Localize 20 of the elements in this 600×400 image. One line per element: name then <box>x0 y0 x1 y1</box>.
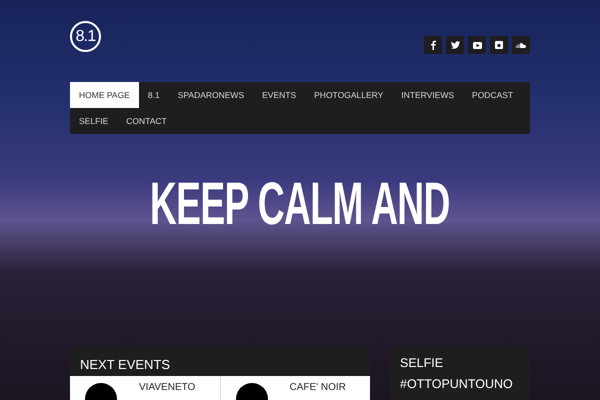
play-icon[interactable] <box>468 36 486 54</box>
nav-item[interactable]: INTERVIEWS <box>392 82 464 108</box>
nav-item[interactable]: CONTACT <box>117 108 176 134</box>
event-name[interactable]: VIAVENETO <box>139 383 196 393</box>
nav-item[interactable]: PODCAST <box>463 82 522 108</box>
nav-item[interactable]: PHOTOGALLERY <box>305 82 392 108</box>
nav-item[interactable]: SPADARONEWS <box>168 82 254 108</box>
logo[interactable]: 8.1 <box>70 21 101 52</box>
headline: KEEP CALM AND <box>150 174 450 224</box>
camera-icon[interactable] <box>490 36 508 54</box>
panel-title: NEXT EVENTS <box>79 356 172 374</box>
nav-item[interactable]: 8.1 <box>138 82 169 108</box>
facebook-icon[interactable] <box>424 36 442 54</box>
panel-title: SELFIE #OTTOPUNTOUNO <box>400 355 514 393</box>
cloud-icon[interactable] <box>512 36 530 54</box>
nav-item[interactable]: EVENTS <box>253 82 306 108</box>
bird-icon[interactable] <box>446 36 464 54</box>
nav-item[interactable]: HOME PAGE <box>70 82 139 108</box>
nav-item[interactable]: SELFIE <box>70 108 118 134</box>
event-name[interactable]: CAFE' NOIR <box>290 383 346 393</box>
